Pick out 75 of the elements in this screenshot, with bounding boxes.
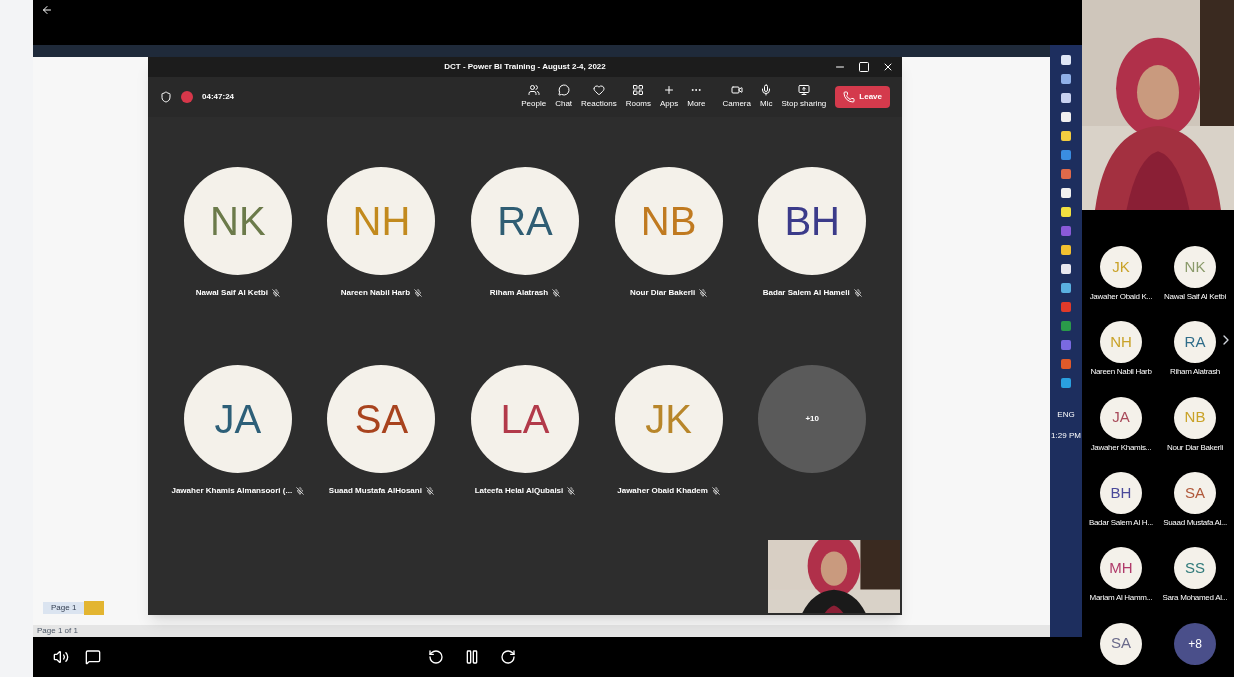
toolbar-icon bbox=[632, 84, 645, 96]
participant-name: Badar Salem Al Hameli bbox=[762, 287, 850, 299]
language-indicator[interactable]: ENG bbox=[1057, 409, 1075, 421]
avatar: SA bbox=[327, 365, 436, 473]
toolbar-button[interactable]: Rooms bbox=[625, 84, 651, 110]
toolbar-button[interactable]: People bbox=[521, 84, 547, 110]
toolbar-icon bbox=[760, 84, 773, 96]
avatar: NH bbox=[1100, 321, 1142, 364]
participant-name: Nareen Nabil Harb bbox=[340, 287, 411, 299]
avatar: JA bbox=[1100, 396, 1142, 439]
avatar: SS bbox=[1174, 547, 1216, 590]
toolbar-button[interactable]: Camera bbox=[722, 84, 751, 110]
toolbar-button[interactable]: Apps bbox=[660, 84, 679, 110]
avatar: RA bbox=[1174, 321, 1216, 364]
participant-name: Sara Mohamed Al... bbox=[1162, 592, 1228, 605]
avatar: LA bbox=[471, 365, 579, 473]
avatar: MH bbox=[1100, 547, 1142, 590]
participant-name: Riham Alatrash bbox=[1169, 366, 1220, 379]
maximize-icon[interactable] bbox=[858, 61, 870, 73]
participant-name: Riham Alatrash bbox=[489, 287, 549, 299]
page-tab[interactable]: Page 1 bbox=[43, 602, 85, 614]
participant-name: Badar Salem Al H... bbox=[1088, 517, 1154, 529]
participant-name: Jawaher Khamis... bbox=[1090, 441, 1152, 454]
participant-name: Nareen Nabil Harb bbox=[1090, 366, 1152, 379]
avatar: RA bbox=[471, 167, 579, 275]
toolbar-icon bbox=[592, 84, 605, 96]
participant-name: Nour Diar Bakerli bbox=[1167, 441, 1223, 454]
toolbar-icon bbox=[557, 84, 570, 96]
avatar: NB bbox=[1174, 396, 1216, 439]
toolbar-button[interactable]: More bbox=[687, 84, 706, 110]
shield-icon bbox=[160, 91, 172, 103]
leave-button[interactable]: Leave bbox=[835, 86, 890, 108]
avatar: NB bbox=[614, 167, 723, 275]
volume-icon[interactable] bbox=[53, 649, 69, 665]
phone-icon bbox=[843, 91, 856, 103]
participant-name: Nawal Saif Al Ketbi bbox=[195, 287, 268, 299]
participant-name: Nawal Saif Al Ketbi bbox=[1164, 291, 1226, 303]
toolbar-icon bbox=[663, 84, 676, 96]
toolbar-icon bbox=[527, 84, 540, 96]
avatar: NK bbox=[1174, 246, 1216, 288]
close-icon[interactable] bbox=[882, 61, 894, 73]
avatar: SA bbox=[1174, 472, 1216, 514]
avatar: JA bbox=[183, 365, 292, 473]
avatar: BH bbox=[1100, 472, 1142, 514]
participant-name: Jawaher Khamis Almansoori (... bbox=[171, 485, 293, 497]
clock[interactable]: 1:29 PM bbox=[1051, 430, 1081, 442]
participant-name: Jawaher Obaid Khadem bbox=[617, 485, 708, 497]
more-participants-tile[interactable]: +8 bbox=[1174, 622, 1216, 665]
avatar: BH bbox=[758, 167, 867, 275]
back-icon[interactable] bbox=[41, 4, 53, 16]
avatar: NK bbox=[183, 167, 292, 275]
rewind-icon[interactable] bbox=[427, 649, 444, 665]
participant-name: Lateefa Helal AlQubaisi bbox=[474, 485, 564, 497]
toolbar-button[interactable]: Chat bbox=[555, 84, 573, 110]
toolbar-button[interactable]: Stop sharing bbox=[781, 84, 827, 110]
captions-icon[interactable] bbox=[85, 649, 101, 665]
participant-name: Nour Diar Bakerli bbox=[629, 287, 696, 299]
avatar: JK bbox=[614, 365, 723, 473]
forward-icon[interactable] bbox=[499, 649, 516, 665]
toolbar-icon bbox=[730, 84, 743, 96]
window-title: DCT - Power BI Training - August 2-4, 2022 bbox=[444, 61, 606, 73]
avatar: JK bbox=[1100, 246, 1142, 288]
participant-name: Suaad Mustafa Al... bbox=[1163, 517, 1227, 529]
toolbar-button[interactable]: Reactions bbox=[581, 84, 617, 110]
meeting-timer: 04:47:24 bbox=[202, 91, 235, 103]
participant-name: Jawaher Obaid K... bbox=[1089, 291, 1153, 303]
record-icon bbox=[181, 91, 193, 103]
page-status: Page 1 of 1 bbox=[37, 625, 78, 637]
participant-name: Suaad Mustafa AlHosani bbox=[328, 485, 422, 497]
toolbar-button[interactable]: Mic bbox=[759, 84, 773, 110]
avatar: NH bbox=[327, 167, 436, 275]
participant-name: Mariam Al Hamm... bbox=[1089, 592, 1153, 605]
more-participants-tile[interactable]: +10 bbox=[758, 365, 867, 473]
toolbar-icon bbox=[797, 84, 810, 96]
avatar: SA bbox=[1100, 622, 1142, 665]
